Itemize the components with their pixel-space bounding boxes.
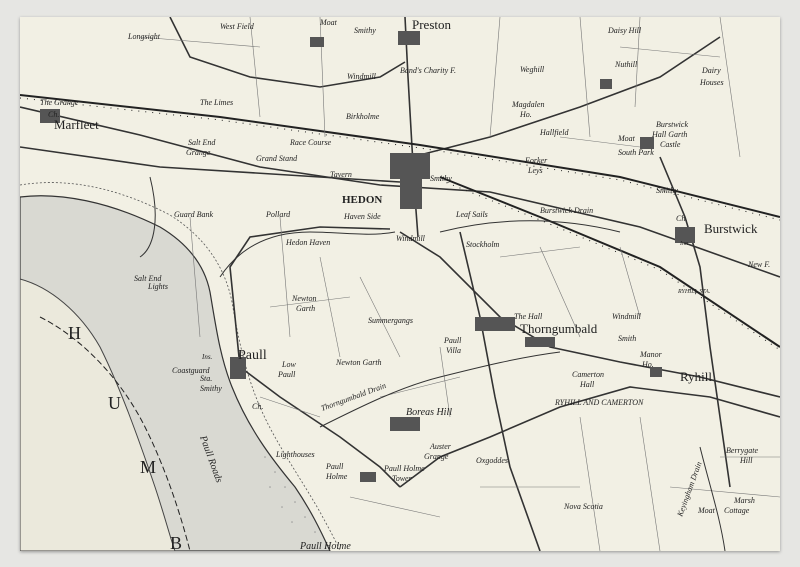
label-stockholm: Stockholm [466,240,500,249]
label-thelimes: The Limes [200,98,233,107]
label-auster: Auster [429,442,452,451]
label-burstwickdrain: Burstwick Drain [540,206,593,215]
label-newton: Newton [291,294,316,303]
label-hall-garth: Hall Garth [651,130,687,139]
label-thorngumbalddrain: Thorngumbald Drain [320,381,388,413]
label-paullholme-3: Paull Holme [299,541,351,551]
label-pollard: Pollard [265,210,291,219]
label-smithy-4: Smithy [200,384,222,393]
label-inn: Inn [679,241,688,247]
label-racecourse: Race Course [289,138,332,147]
label-thegrange: The Grange [40,98,79,107]
label-smith: Smith [618,334,636,343]
label-tower: Tower [392,474,413,483]
label-camerton: Camerton [572,370,604,379]
label-ins: Ins. [201,353,213,361]
label-marsh: Marsh [733,496,755,505]
label-southpark: South Park [618,148,654,157]
label-moat-3: Moat [697,506,716,515]
label-windmill-3: Windmill [612,312,642,321]
label-nuthill: Nuthill [614,60,638,69]
label-hallfield: Hallfield [539,128,569,137]
label-lighthouses: Lighthouses [275,450,315,459]
label-magdalen-ho: Ho. [519,110,532,119]
label-humber-u: U [108,393,121,413]
label-holme: Holme [325,472,348,481]
label-leafsails: Leaf Sails [455,210,488,219]
label-thorngumbald: Thorngumbald [520,321,598,336]
label-lights: Lights [147,282,168,291]
label-birkholme: Birkholme [346,112,380,121]
label-berrygate: Berrygate [726,446,758,455]
label-saltend-grange: Grange [186,148,211,157]
label-villa: Villa [446,346,461,355]
label-guardbank: Guard Bank [174,210,213,219]
label-tavern: Tavern [330,170,352,179]
label-houses: Houses [699,78,724,87]
label-smithy-3: Smithy [656,186,678,195]
label-humber-h: H [68,323,81,343]
label-newtongarth: Newton Garth [335,358,382,367]
label-ch-1: Ch. [48,110,59,119]
label-berrygate-hill: Hill [739,456,753,465]
label-ch-3: Ch. [676,214,687,223]
label-longsight: Longsight [127,32,161,41]
label-daisyhill: Daisy Hill [607,26,642,35]
map-canvas: Preston Marfleet HEDON Paull Thorngumbal… [20,17,780,551]
label-summergangs: Summergangs [368,316,413,325]
label-smithy-2: Smithy [430,174,452,183]
label-burstwick: Burstwick [704,221,758,236]
label-camerton-hall: Hall [579,380,595,389]
label-humber-b: B [170,533,182,551]
label-castle: Castle [660,140,681,149]
label-boreashill: Boreas Hill [406,407,452,418]
label-cottage: Cottage [724,506,750,515]
label-bandscharity: Band's Charity F. [400,66,456,75]
label-hedonhaven: Hedon Haven [285,238,330,247]
label-paullvilla: Paull [443,336,462,345]
label-grandstand: Grand Stand [256,154,298,163]
label-novascotia: Nova Scotia [563,502,603,511]
label-preston: Preston [412,17,452,32]
label-ryhill-camerton: RYHILL AND CAMERTON [554,398,644,407]
label-paullholme: Paull [325,462,344,471]
label-moat-2: Moat [617,134,636,143]
label-paullholme-tower: Paull Holme [383,464,425,473]
label-coastguard-sta: Sta. [200,374,212,383]
label-oxgoddes: Oxgoddes [476,456,508,465]
label-dairy: Dairy [701,66,721,75]
label-newf: New F. [747,260,770,269]
label-forker: Forker [524,156,548,165]
label-ryhill-sta: RYHILL STA. [677,289,710,295]
label-ch-2: Ch. [252,402,263,411]
label-manor-ho: Ho. [641,360,654,369]
label-leys: Leys [527,166,543,175]
label-burstwick-hall: Burstwick [656,120,688,129]
label-moat-1: Moat [319,18,338,27]
label-westfield: West Field [220,22,255,31]
label-thehall: The Hall [514,312,543,321]
map-sheet: Preston Marfleet HEDON Paull Thorngumbal… [20,17,780,551]
label-garth: Garth [296,304,315,313]
label-ryhill: Ryhill [680,369,712,384]
label-weghill: Weghill [520,65,545,74]
label-magdalen: Magdalen [511,100,544,109]
label-windmill-1: Windmill [347,72,377,81]
label-lowpaull: Low [281,360,296,369]
label-havenside: Haven Side [343,212,381,221]
label-smithy-1: Smithy [354,26,376,35]
label-lowpaull-2: Paull [277,370,296,379]
label-windmill-2: Windmill [396,234,426,243]
map-frame: Preston Marfleet HEDON Paull Thorngumbal… [0,0,800,567]
label-manor: Manor [639,350,663,359]
label-marfleet: Marfleet [54,117,99,132]
label-saltend: Salt End [188,138,216,147]
label-auster-grange: Grange [424,452,449,461]
label-humber-m: M [140,457,156,477]
label-paull: Paull [238,348,267,363]
label-hedon: HEDON [342,194,382,206]
